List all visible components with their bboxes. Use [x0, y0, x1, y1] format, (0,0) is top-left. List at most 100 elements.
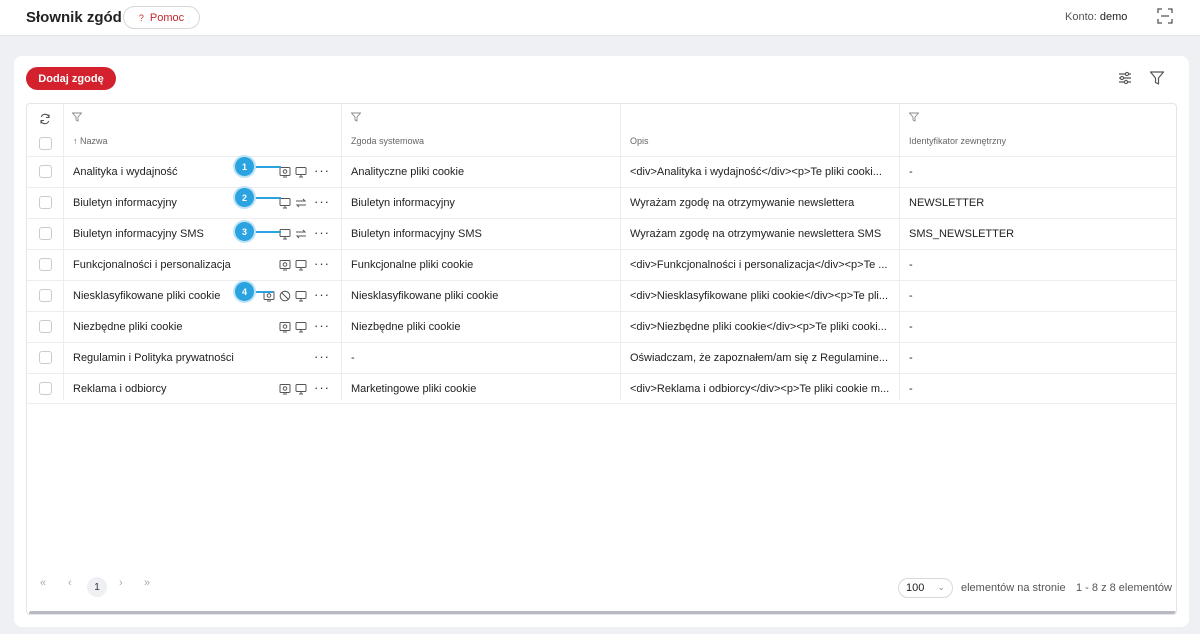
consent-icon [279, 322, 291, 333]
account-info: Konto: demo [1065, 11, 1127, 23]
row-system: Analityczne pliki cookie [351, 166, 465, 178]
column-header-description[interactable]: Opis [630, 136, 649, 146]
name-filter-icon[interactable] [72, 112, 82, 122]
more-actions-icon[interactable]: ··· [314, 318, 330, 333]
row-external-id: NEWSLETTER [909, 197, 985, 209]
row-name: Regulamin i Polityka prywatności [73, 352, 234, 364]
range-label: 1 - 8 z 8 elementów [1076, 582, 1172, 594]
help-label: Pomoc [149, 11, 185, 24]
table-header: ↑ Nazwa Zgoda systemowa Opis Identyfikat… [27, 104, 1176, 156]
more-actions-icon[interactable]: ··· [314, 349, 330, 364]
main-card: Dodaj zgodę ↑ Nazwa Zgoda systemowa Opis [14, 56, 1189, 627]
table-row[interactable]: Analityka i wydajność ··· Analityczne pl… [27, 156, 1176, 187]
question-icon: ? [138, 12, 144, 23]
page-title: Słownik zgód [26, 9, 122, 26]
row-checkbox[interactable] [39, 196, 52, 209]
row-system: Niezbędne pliki cookie [351, 321, 461, 333]
sync-arrows-icon [295, 229, 307, 239]
add-consent-button[interactable]: Dodaj zgodę [26, 67, 116, 90]
row-checkbox[interactable] [39, 289, 52, 302]
more-actions-icon[interactable]: ··· [314, 380, 330, 395]
monitor-icon [295, 322, 307, 333]
row-description: <div>Niezbędne pliki cookie</div><p>Te p… [630, 321, 887, 333]
next-page-icon[interactable]: › [119, 577, 123, 589]
row-system: Biuletyn informacyjny SMS [351, 228, 482, 240]
row-name: Biuletyn informacyjny [73, 197, 177, 209]
row-system: Funkcjonalne pliki cookie [351, 259, 474, 271]
account-label: Konto: [1065, 11, 1097, 23]
account-value: demo [1099, 11, 1128, 23]
consents-table: ↑ Nazwa Zgoda systemowa Opis Identyfikat… [26, 103, 1177, 615]
table-row[interactable]: Biuletyn informacyjny SMS ··· Biuletyn i… [27, 218, 1176, 249]
more-actions-icon[interactable]: ··· [314, 287, 330, 302]
per-page-label: elementów na stronie [961, 582, 1066, 594]
row-external-id: - [909, 259, 913, 271]
monitor-icon [279, 229, 291, 240]
column-header-name[interactable]: ↑ Nazwa [73, 136, 108, 146]
row-description: <div>Niesklasyfikowane pliki cookie</div… [630, 290, 889, 302]
more-actions-icon[interactable]: ··· [314, 194, 330, 209]
page-size-value: 100 [906, 582, 925, 594]
row-external-id: - [909, 166, 913, 178]
prev-page-icon[interactable]: ‹ [68, 577, 72, 589]
annotation-badge-4: 4 [235, 282, 254, 301]
sort-up-icon: ↑ [73, 136, 78, 146]
row-external-id: - [909, 352, 913, 364]
row-description: <div>Analityka i wydajność</div><p>Te pl… [630, 166, 882, 178]
row-checkbox[interactable] [39, 165, 52, 178]
row-description: Oświadczam, że zapoznałem/am się z Regul… [630, 352, 888, 364]
table-row[interactable]: Reklama i odbiorcy ··· Marketingowe plik… [27, 373, 1176, 404]
row-checkbox[interactable] [39, 382, 52, 395]
row-description: <div>Funkcjonalności i personalizacja</d… [630, 259, 888, 271]
row-external-id: - [909, 321, 913, 333]
row-name: Niezbędne pliki cookie [73, 321, 183, 333]
refresh-icon[interactable] [39, 113, 51, 125]
monitor-icon [295, 291, 307, 302]
row-system: - [351, 352, 355, 364]
system-filter-icon[interactable] [351, 112, 361, 122]
row-name: Analityka i wydajność [73, 166, 178, 178]
fullscreen-icon[interactable] [1157, 8, 1173, 24]
first-page-icon[interactable]: « [40, 577, 46, 589]
blocked-icon [279, 290, 291, 302]
row-description: <div>Reklama i odbiorcy</div><p>Te pliki… [630, 383, 890, 395]
filter-icon[interactable] [1149, 70, 1165, 86]
select-all-checkbox[interactable] [39, 137, 52, 150]
table-row[interactable]: Niesklasyfikowane pliki cookie ··· Niesk… [27, 280, 1176, 311]
annotation-badge-1: 1 [235, 157, 254, 176]
row-description: Wyrażam zgodę na otrzymywanie newsletter… [630, 228, 882, 240]
top-bar: Słownik zgód ? Pomoc Konto: demo [0, 0, 1200, 36]
row-checkbox[interactable] [39, 351, 52, 364]
page-button-current[interactable]: 1 [87, 577, 107, 597]
row-name: Reklama i odbiorcy [73, 383, 167, 395]
sync-arrows-icon [295, 198, 307, 208]
more-actions-icon[interactable]: ··· [314, 163, 330, 178]
row-checkbox[interactable] [39, 320, 52, 333]
row-external-id: - [909, 290, 913, 302]
help-button[interactable]: ? Pomoc [123, 6, 200, 29]
monitor-icon [295, 167, 307, 178]
row-system: Marketingowe pliki cookie [351, 383, 477, 395]
table-row[interactable]: Niezbędne pliki cookie ··· Niezbędne pli… [27, 311, 1176, 342]
consent-icon [279, 260, 291, 271]
horizontal-scrollbar[interactable] [29, 611, 1176, 614]
column-settings-icon[interactable] [1117, 70, 1133, 86]
column-header-system[interactable]: Zgoda systemowa [351, 136, 424, 146]
external-id-filter-icon[interactable] [909, 112, 919, 122]
row-name: Niesklasyfikowane pliki cookie [73, 290, 221, 302]
row-checkbox[interactable] [39, 227, 52, 240]
row-system: Biuletyn informacyjny [351, 197, 455, 209]
chevron-down-icon: ⌄ [937, 582, 945, 592]
page-size-select[interactable]: 100 ⌄ [898, 578, 953, 598]
table-row[interactable]: Biuletyn informacyjny ··· Biuletyn infor… [27, 187, 1176, 218]
annotation-badge-3: 3 [235, 222, 254, 241]
more-actions-icon[interactable]: ··· [314, 225, 330, 240]
last-page-icon[interactable]: » [144, 577, 150, 589]
row-name: Funkcjonalności i personalizacja [73, 259, 231, 271]
row-external-id: - [909, 383, 913, 395]
column-header-external-id[interactable]: Identyfikator zewnętrzny [909, 136, 1006, 146]
row-checkbox[interactable] [39, 258, 52, 271]
table-row[interactable]: Funkcjonalności i personalizacja ··· Fun… [27, 249, 1176, 280]
table-row[interactable]: Regulamin i Polityka prywatności ··· - O… [27, 342, 1176, 373]
more-actions-icon[interactable]: ··· [314, 256, 330, 271]
